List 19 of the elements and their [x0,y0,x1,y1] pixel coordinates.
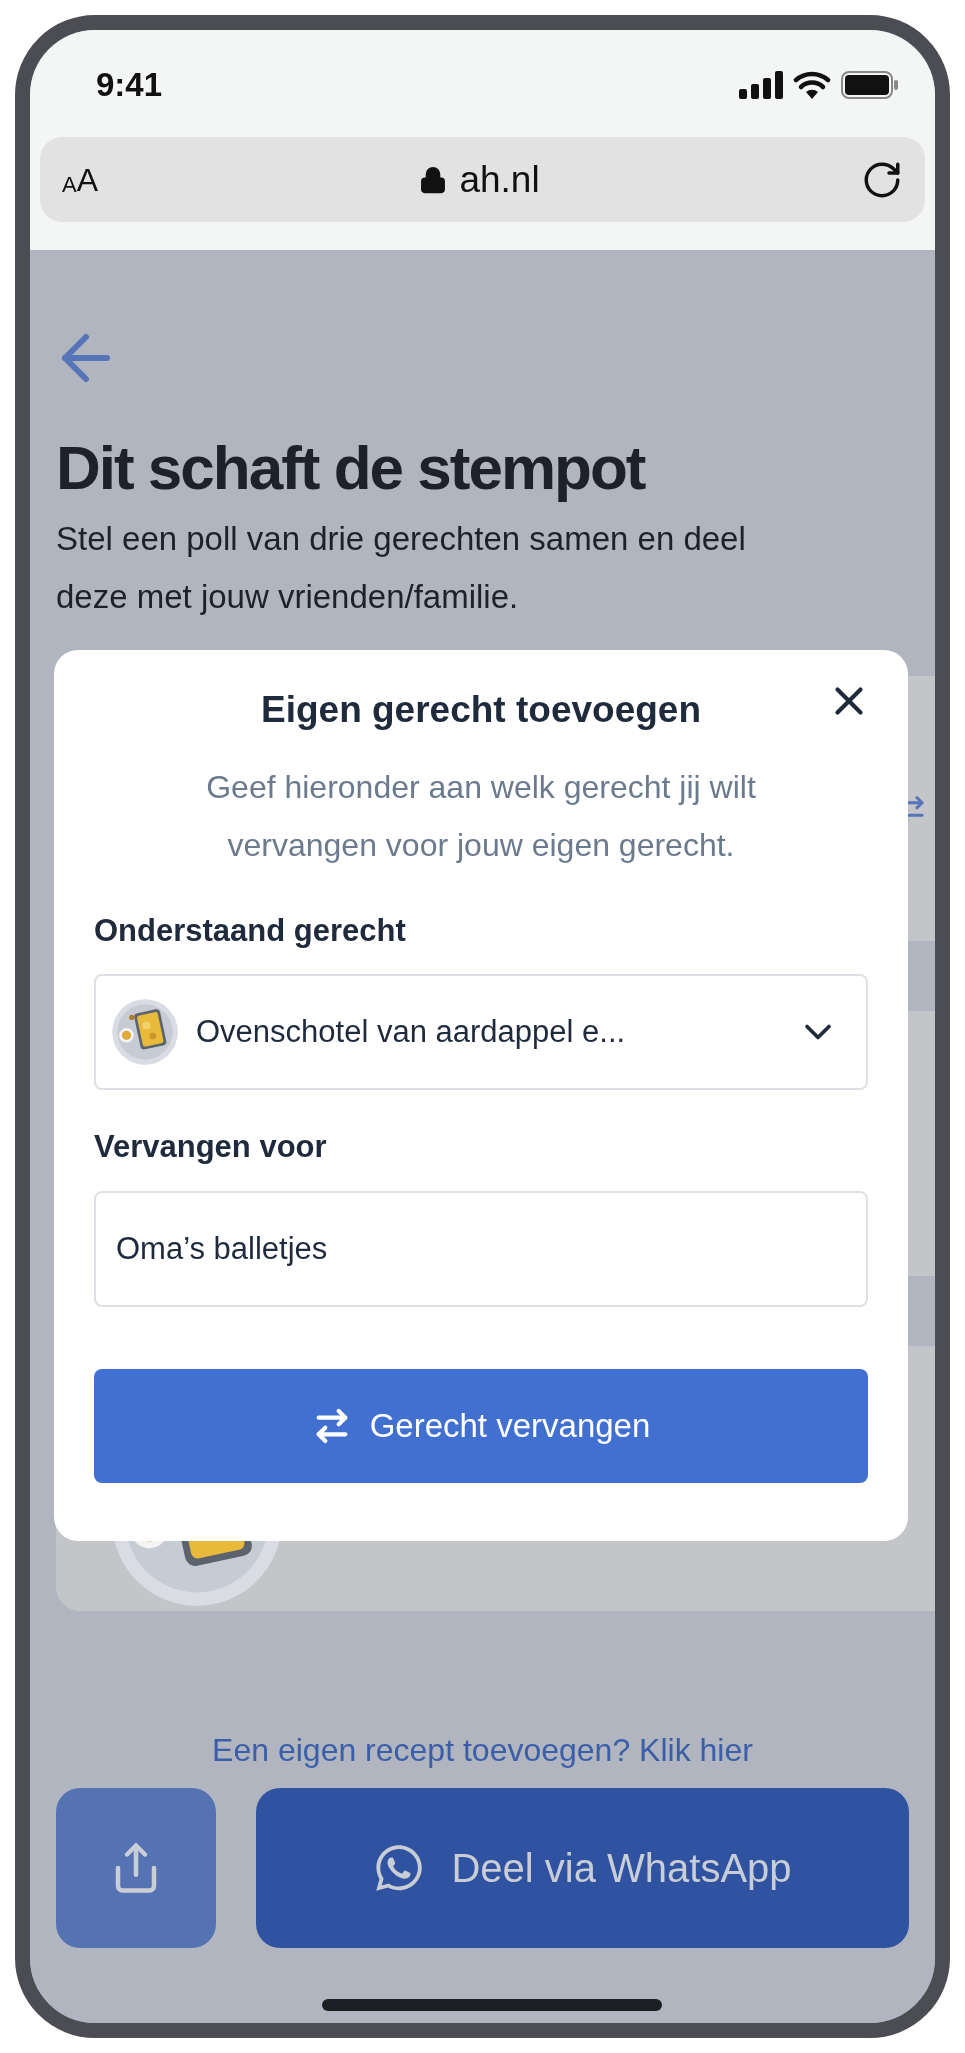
whatsapp-button[interactable]: Deel via WhatsApp [256,1788,909,1948]
text-size-button[interactable]: AA [62,163,99,196]
dish-dropdown[interactable]: Ovenschotel van aardappel e... [94,974,868,1090]
status-time: 9:41 [96,65,163,106]
wifi-icon [793,71,831,99]
page-subtitle: Stel een poll van drie gerechten samen en deel deze met jouw vrienden/familie. [56,519,747,618]
address-bar[interactable]: AA ah.nl [40,137,925,222]
replace-dish-button[interactable]: Gerecht vervangen [94,1368,868,1483]
url-text: ah.nl [459,157,540,202]
modal-description: Geef hieronder aan welk gerecht jij wilt vervangen voor jouw eigen gerecht. [205,767,757,865]
share-button[interactable] [56,1788,216,1948]
battery-icon [841,71,899,99]
field-label: Vervangen voor [94,1128,328,1166]
field-label: Onderstaand gerecht [94,911,407,950]
page-title: Dit schaft de stempot [56,434,646,503]
signal-icon [739,71,783,99]
lock-icon [419,165,448,194]
text-field[interactable]: Oma’s balletjes [94,1190,868,1307]
modal-title: Eigen gerecht toevoegen [261,688,701,732]
